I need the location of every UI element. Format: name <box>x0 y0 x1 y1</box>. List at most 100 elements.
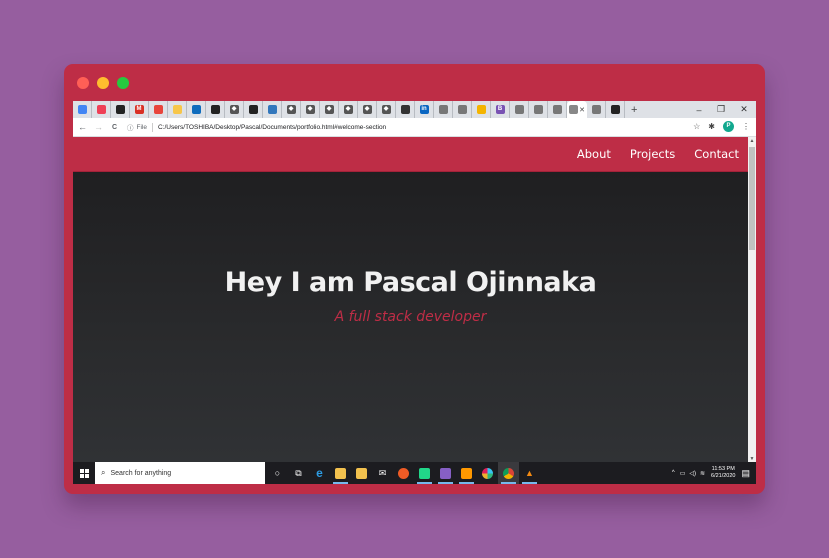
dark-app-icon <box>210 105 220 114</box>
browser-tab[interactable]: ◆ <box>377 101 396 118</box>
taskbar-app[interactable]: e <box>309 462 330 484</box>
browser-tab[interactable] <box>548 101 567 118</box>
taskbar-app[interactable] <box>414 462 435 484</box>
diamond-icon: ◆ <box>229 105 239 114</box>
browser-tab[interactable] <box>244 101 263 118</box>
protocol-label: File <box>136 123 147 131</box>
browser-tab[interactable] <box>606 101 625 118</box>
wifi-icon[interactable]: ≋ <box>700 470 705 477</box>
taskbar-app[interactable] <box>498 462 519 484</box>
taskbar-app[interactable]: ⧉ <box>288 462 309 484</box>
windows-logo-icon <box>79 468 89 478</box>
search-placeholder: Search for anything <box>110 469 172 477</box>
profile-avatar[interactable]: P <box>723 121 734 132</box>
windows-taskbar: ⌕ Search for anything ○ ⧉ e ✉ ▲ ^ ▭ ◁) ≋ 11:… <box>73 462 756 484</box>
browser-tab[interactable]: B <box>491 101 510 118</box>
new-tab-button[interactable]: + <box>631 104 637 116</box>
address-bar[interactable]: ⓘ File C:/Users/TOSHIBA/Desktop/Pascal/D… <box>127 122 386 132</box>
restore-window-button[interactable]: ❐ <box>711 101 731 118</box>
browser-tab[interactable] <box>510 101 529 118</box>
browser-tab[interactable] <box>92 101 111 118</box>
browser-tab[interactable] <box>187 101 206 118</box>
taskbar-app[interactable]: ○ <box>267 462 288 484</box>
maximize-traffic-light[interactable] <box>117 77 129 89</box>
browser-tab[interactable] <box>263 101 282 118</box>
scroll-thumb[interactable] <box>749 147 755 250</box>
close-window-button[interactable]: ✕ <box>734 101 754 118</box>
browser-tab[interactable] <box>206 101 225 118</box>
browser-tab[interactable] <box>168 101 187 118</box>
browser-tab[interactable]: in <box>415 101 434 118</box>
forward-icon[interactable]: → <box>92 122 105 132</box>
diamond-icon: ◆ <box>362 105 372 114</box>
taskbar-app[interactable] <box>456 462 477 484</box>
globe-icon <box>552 105 562 114</box>
taskbar-app[interactable] <box>393 462 414 484</box>
vlc-icon: ▲ <box>525 467 534 478</box>
cortana-icon: ○ <box>274 467 281 478</box>
diamond-icon: ◆ <box>324 105 334 114</box>
linkedin-icon: in <box>419 105 429 114</box>
edge-icon <box>267 105 277 114</box>
file-explorer-icon <box>335 467 346 479</box>
menu-icon[interactable]: ⋮ <box>742 122 750 131</box>
docs-icon <box>77 105 87 114</box>
taskbar-app[interactable] <box>435 462 456 484</box>
browser-tab[interactable] <box>472 101 491 118</box>
scroll-up-arrow-icon[interactable]: ▲ <box>748 137 756 145</box>
nav-link-contact[interactable]: Contact <box>694 147 739 161</box>
browser-tab[interactable] <box>73 101 92 118</box>
tab-strip: M ◆ ◆ ◆ ◆ ◆ ◆ ◆ in B ✕ + <box>73 101 756 118</box>
taskbar-app[interactable] <box>477 462 498 484</box>
browser-tab[interactable]: ◆ <box>339 101 358 118</box>
browser-tab[interactable]: M <box>130 101 149 118</box>
browser-tab[interactable] <box>529 101 548 118</box>
hero-title: Hey I am Pascal Ojinnaka <box>224 267 597 298</box>
taskbar-app[interactable] <box>351 462 372 484</box>
page-viewport: About Projects Contact Hey I am Pascal O… <box>73 137 748 462</box>
system-tray: ^ ▭ ◁) ≋ 11:53 PM 6/21/2020 ▤ <box>672 462 756 484</box>
browser-tab[interactable] <box>149 101 168 118</box>
taskbar-clock[interactable]: 11:53 PM 6/21/2020 <box>711 466 735 480</box>
browser-tab[interactable] <box>111 101 130 118</box>
browser-tab[interactable]: ✕ <box>567 101 587 118</box>
taskbar-search-box[interactable]: ⌕ Search for anything <box>95 462 265 484</box>
hero-subtitle: A full stack developer <box>334 309 487 325</box>
close-tab-icon[interactable]: ✕ <box>579 106 585 114</box>
tray-chevron-icon[interactable]: ^ <box>672 470 675 476</box>
back-icon[interactable]: ← <box>76 122 89 132</box>
browser-tab[interactable] <box>453 101 472 118</box>
battery-icon[interactable]: ▭ <box>680 470 686 477</box>
minimize-traffic-light[interactable] <box>97 77 109 89</box>
browser-tab[interactable]: ◆ <box>320 101 339 118</box>
edge-icon: e <box>316 465 323 480</box>
bookmark-star-icon[interactable]: ☆ <box>693 122 700 131</box>
browser-tab[interactable]: ◆ <box>225 101 244 118</box>
browser-tab[interactable]: ◆ <box>301 101 320 118</box>
browser-tab[interactable] <box>396 101 415 118</box>
page-scrollbar[interactable]: ▲ ▼ <box>748 137 756 463</box>
nav-link-projects[interactable]: Projects <box>630 147 675 161</box>
extensions-icon[interactable]: ✱ <box>708 122 715 131</box>
taskbar-app[interactable]: ▲ <box>519 462 540 484</box>
pycharm-icon <box>419 467 430 479</box>
sublime-icon <box>461 467 472 479</box>
start-button[interactable] <box>73 462 95 484</box>
browser-tab[interactable] <box>587 101 606 118</box>
reload-icon[interactable]: C <box>108 124 121 131</box>
minimize-window-button[interactable]: – <box>689 101 709 118</box>
volume-icon[interactable]: ◁) <box>689 470 696 477</box>
info-icon[interactable]: ⓘ <box>127 122 134 132</box>
notification-center-icon[interactable]: ▤ <box>741 468 750 479</box>
taskbar-app[interactable] <box>330 462 351 484</box>
browser-tab[interactable]: ◆ <box>358 101 377 118</box>
taskbar-app[interactable]: ✉ <box>372 462 393 484</box>
nav-link-about[interactable]: About <box>577 147 611 161</box>
slack-icon <box>482 467 493 479</box>
browser-tab[interactable] <box>434 101 453 118</box>
visual-studio-icon <box>440 467 451 479</box>
close-traffic-light[interactable] <box>77 77 89 89</box>
url-text[interactable]: C:/Users/TOSHIBA/Desktop/Pascal/Document… <box>158 124 386 131</box>
browser-tab[interactable]: ◆ <box>282 101 301 118</box>
app-icon <box>153 105 163 114</box>
